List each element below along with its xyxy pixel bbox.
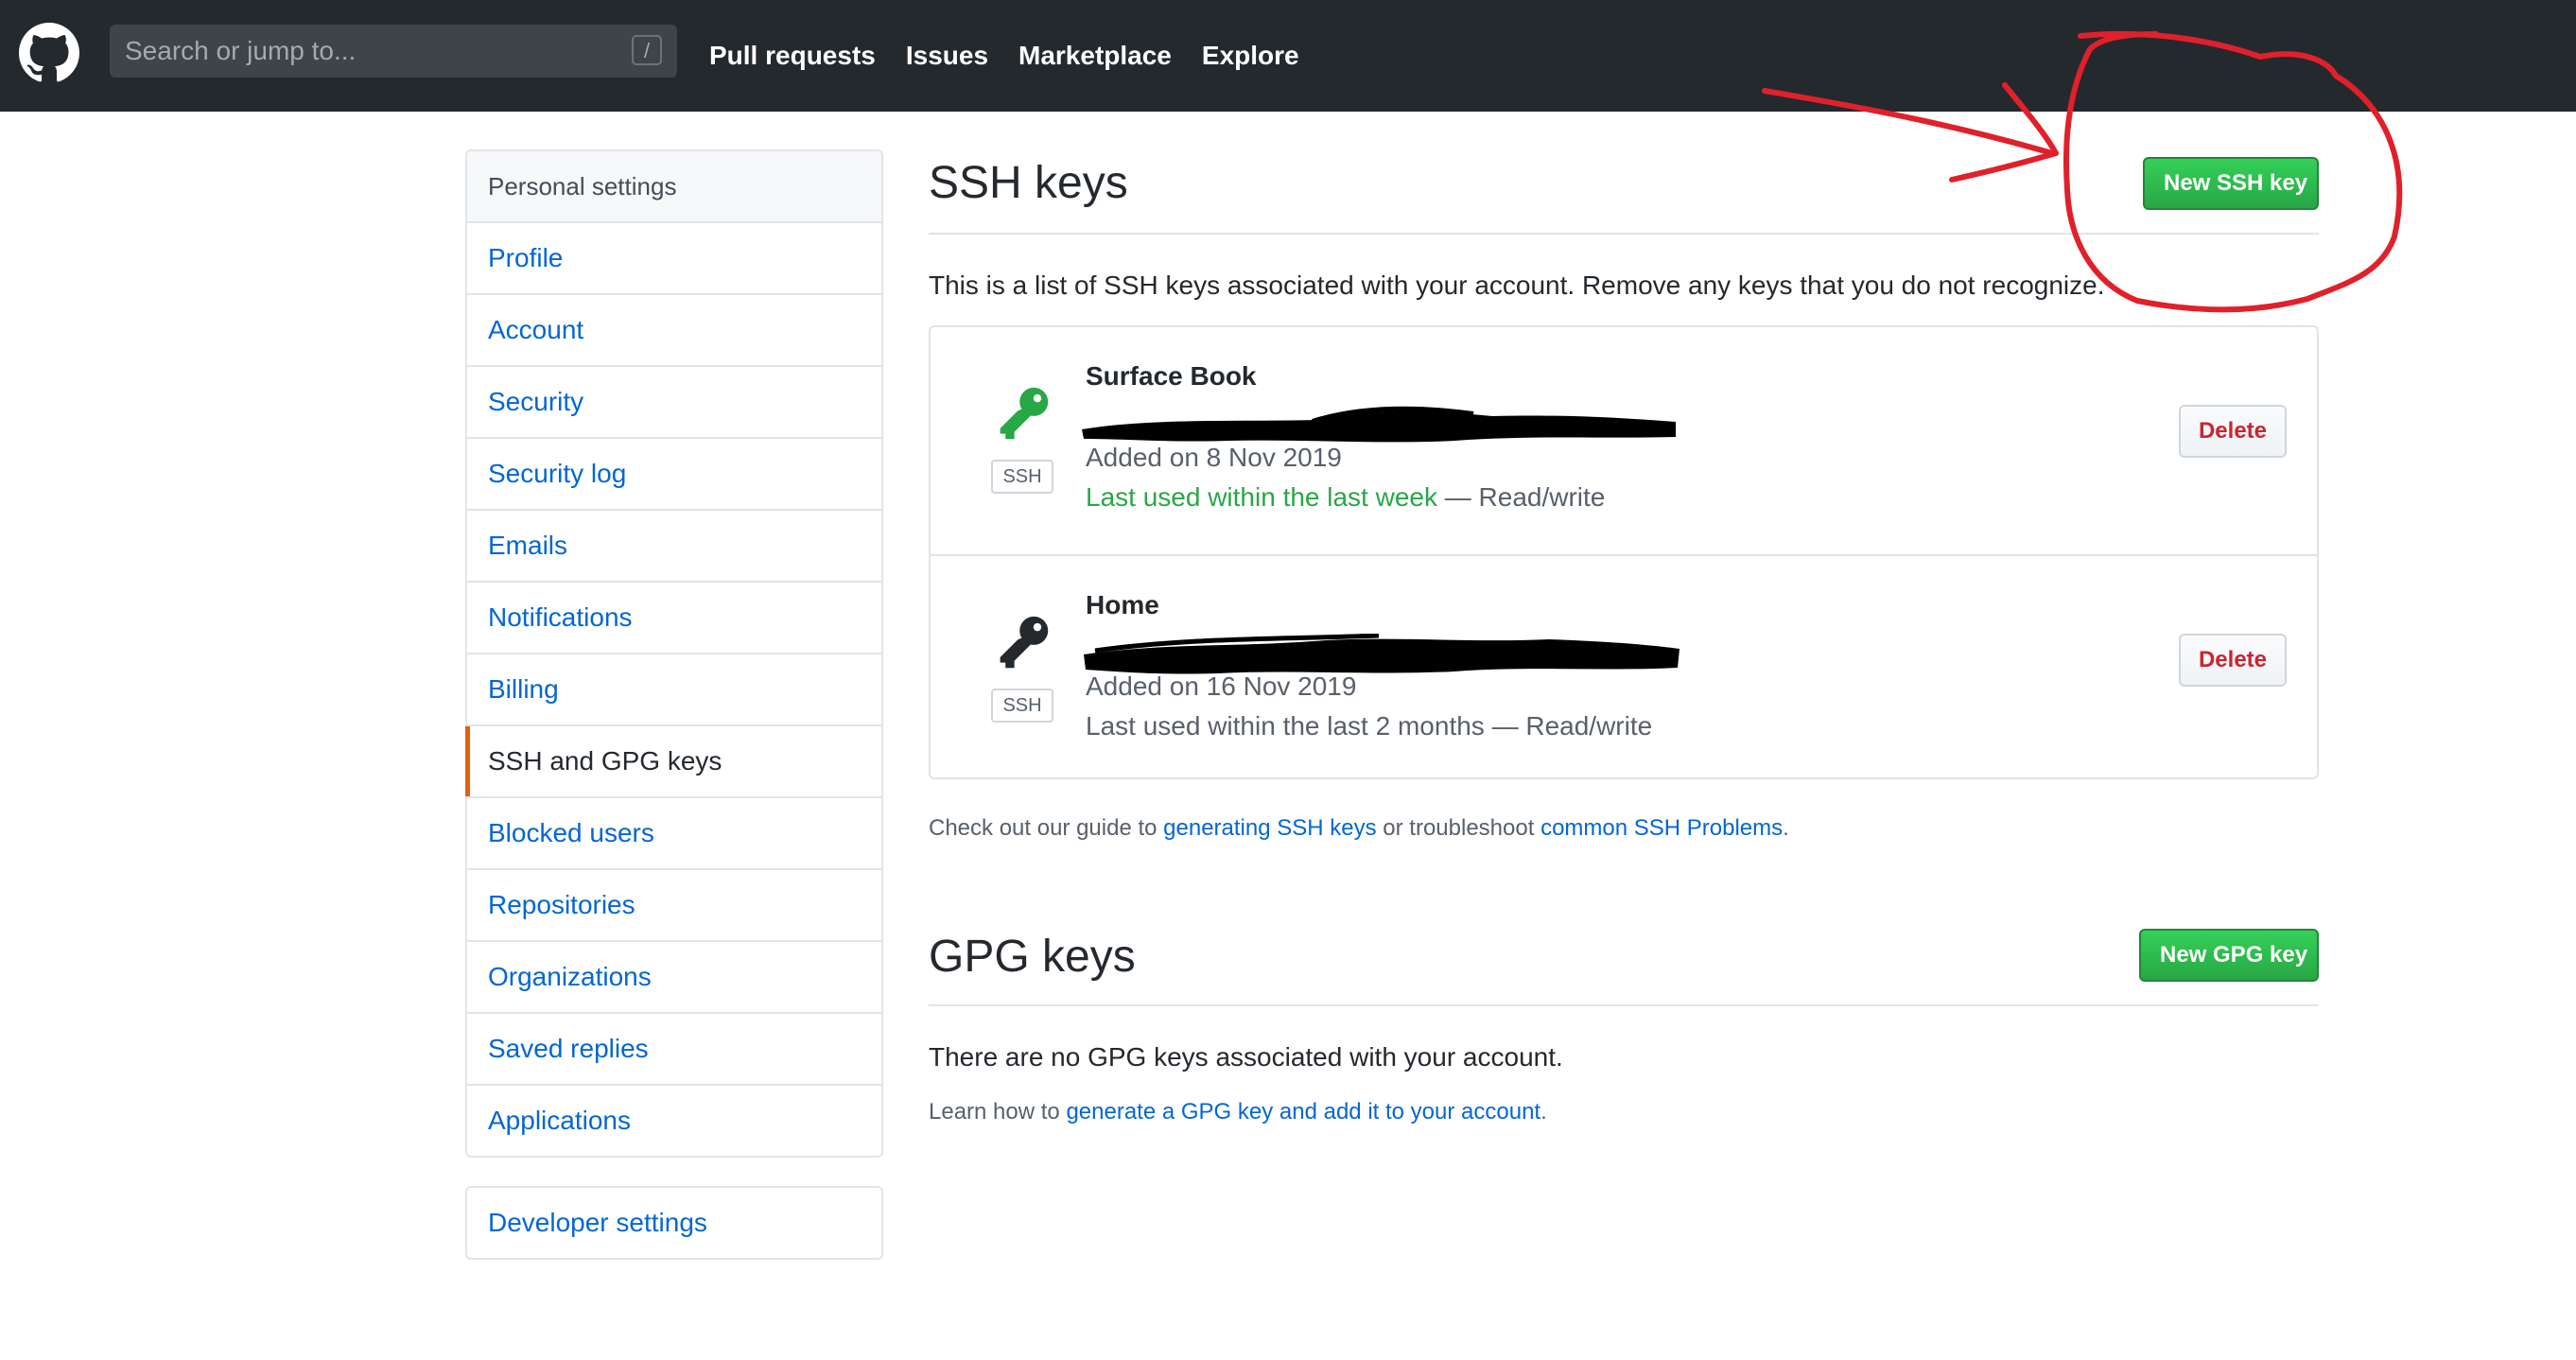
- generate-gpg-key-link[interactable]: generate a GPG key and add it to your ac…: [1066, 1099, 1540, 1125]
- sidebar-item-notifications[interactable]: Notifications: [467, 583, 881, 654]
- ssh-keys-title: SSH keys: [929, 158, 1128, 208]
- sidebar-item-blocked-users[interactable]: Blocked users: [467, 798, 881, 870]
- ssh-intro-text: This is a list of SSH keys associated wi…: [929, 270, 2105, 300]
- new-ssh-key-button[interactable]: New SSH key: [2143, 157, 2319, 210]
- nav-explore[interactable]: Explore: [1202, 41, 1299, 71]
- ssh-key-row: SSH Home Added on 16 Nov 2019 Last used …: [931, 554, 2317, 781]
- ssh-keys-list: SSH Surface Book Added on 8 Nov 2019 Las…: [929, 325, 2319, 779]
- ssh-key-added-date: Added on 16 Nov 2019: [1086, 671, 1357, 701]
- common-ssh-problems-link[interactable]: common SSH Problems: [1540, 815, 1783, 841]
- sidebar-heading: Personal settings: [467, 151, 881, 223]
- sidebar-item-security[interactable]: Security: [467, 367, 881, 439]
- ssh-key-last-used: Last used within the last week: [1086, 482, 1437, 512]
- nav-pull-requests[interactable]: Pull requests: [709, 41, 876, 71]
- gpg-learn-text: Learn how to generate a GPG key and add …: [929, 1099, 1547, 1125]
- key-icon-shape: [1000, 387, 1049, 440]
- ssh-key-title: Home: [1086, 590, 1159, 619]
- guide-prefix: Check out our guide to: [929, 815, 1164, 841]
- delete-ssh-key-button[interactable]: Delete: [2179, 405, 2287, 458]
- ssh-key-last-used: Last used within the last 2 months: [1086, 711, 1485, 741]
- guide-middle: or troubleshoot: [1376, 815, 1541, 841]
- ssh-guide-text: Check out our guide to generating SSH ke…: [929, 815, 1789, 842]
- settings-sidebar: Personal settings Profile Account Securi…: [465, 149, 883, 1158]
- search-shortcut-hint: /: [632, 35, 662, 65]
- sidebar-item-emails[interactable]: Emails: [467, 511, 881, 583]
- ssh-key-access: — Read/write: [1436, 482, 1606, 512]
- ssh-key-access: — Read/write: [1484, 711, 1653, 741]
- nav-marketplace[interactable]: Marketplace: [1018, 41, 1172, 71]
- sidebar-item-organizations[interactable]: Organizations: [467, 942, 881, 1014]
- nav-issues[interactable]: Issues: [906, 41, 988, 71]
- global-search: /: [110, 25, 677, 78]
- delete-ssh-key-button[interactable]: Delete: [2179, 634, 2287, 687]
- gpg-keys-title: GPG keys: [929, 932, 1136, 982]
- ssh-key-row: SSH Surface Book Added on 8 Nov 2019 Las…: [931, 327, 2317, 552]
- sidebar-item-developer-settings[interactable]: Developer settings: [465, 1186, 883, 1260]
- global-header: / Pull requests Issues Marketplace Explo…: [0, 0, 2576, 112]
- guide-suffix: .: [1783, 815, 1789, 841]
- key-icon-shape: [1000, 616, 1049, 669]
- ssh-key-title: Surface Book: [1086, 361, 1257, 391]
- sidebar-item-billing[interactable]: Billing: [467, 654, 881, 726]
- ssh-key-added-date: Added on 8 Nov 2019: [1086, 443, 1342, 472]
- key-icon: [1000, 387, 1049, 440]
- sidebar-item-ssh-gpg-keys[interactable]: SSH and GPG keys: [465, 726, 881, 798]
- sidebar-item-repositories[interactable]: Repositories: [467, 870, 881, 942]
- learn-suffix: .: [1540, 1099, 1547, 1125]
- gpg-title-divider: [929, 1004, 2319, 1006]
- github-logo-icon[interactable]: [19, 23, 79, 83]
- sidebar-item-profile[interactable]: Profile: [467, 223, 881, 295]
- sidebar-item-account[interactable]: Account: [467, 295, 881, 367]
- sidebar-item-saved-replies[interactable]: Saved replies: [467, 1014, 881, 1086]
- search-input[interactable]: [110, 25, 620, 78]
- ssh-title-divider: [929, 233, 2319, 235]
- learn-prefix: Learn how to: [929, 1099, 1067, 1125]
- sidebar-item-applications[interactable]: Applications: [467, 1086, 881, 1156]
- new-gpg-key-button[interactable]: New GPG key: [2139, 929, 2319, 982]
- top-navigation: Pull requests Issues Marketplace Explore: [709, 0, 1330, 112]
- generating-ssh-keys-link[interactable]: generating SSH keys: [1163, 815, 1376, 841]
- ssh-type-badge: SSH: [991, 689, 1053, 723]
- key-icon: [1000, 616, 1049, 669]
- gpg-empty-text: There are no GPG keys associated with yo…: [929, 1042, 1563, 1072]
- ssh-type-badge: SSH: [991, 460, 1053, 494]
- sidebar-item-security-log[interactable]: Security log: [467, 439, 881, 511]
- ssh-key-usage: Last used within the last 2 months — Rea…: [1086, 711, 1652, 741]
- ssh-key-usage: Last used within the last week — Read/wr…: [1086, 482, 1605, 513]
